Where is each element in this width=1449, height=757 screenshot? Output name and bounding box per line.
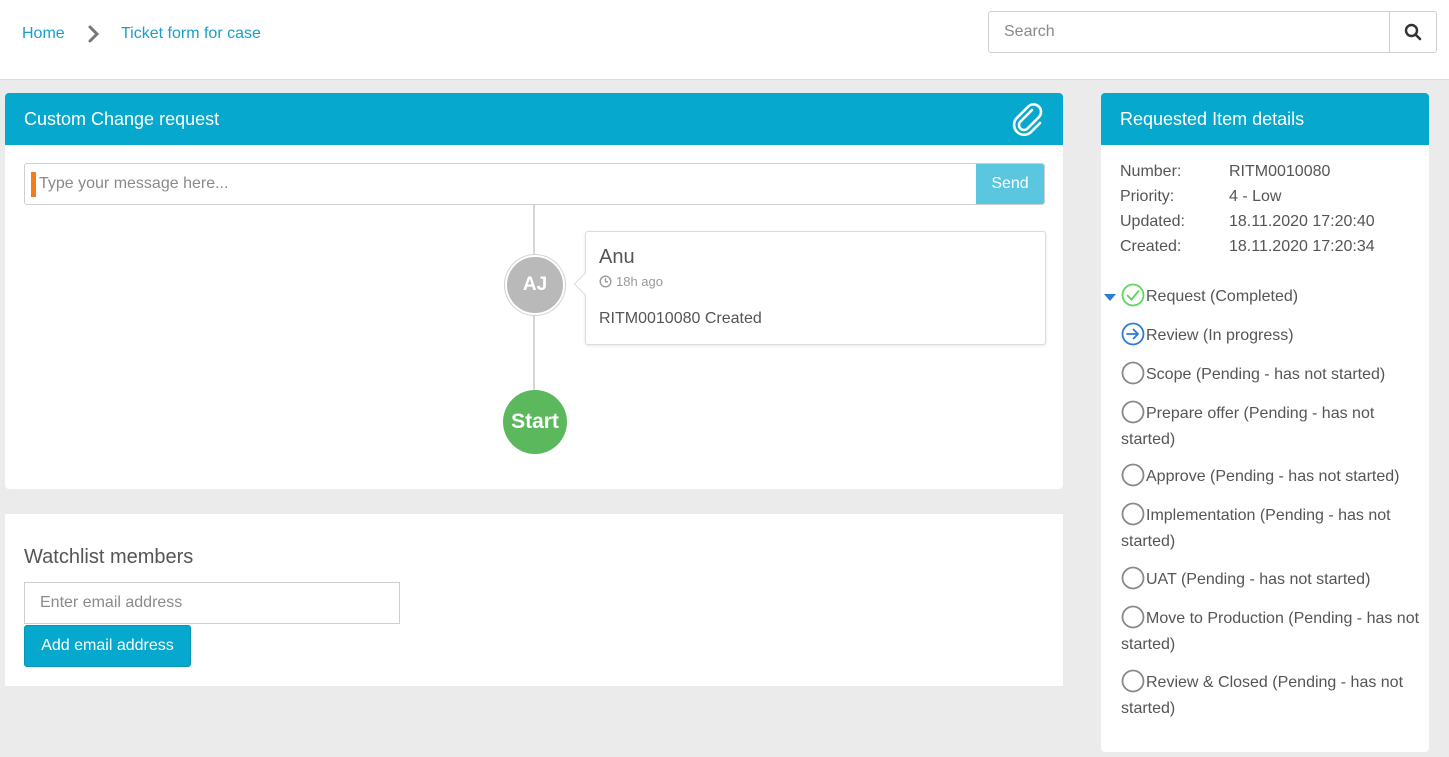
stage-item: Approve (Pending - has not started)	[1121, 463, 1431, 490]
breadcrumb-current-link[interactable]: Ticket form for case	[121, 25, 261, 43]
stage-item: Review (In progress)	[1121, 322, 1431, 349]
empty-circle-icon	[1121, 605, 1145, 629]
stage-item: Prepare offer (Pending - has not started…	[1121, 400, 1431, 453]
stage-item: UAT (Pending - has not started)	[1121, 566, 1431, 593]
detail-label: Number:	[1120, 163, 1182, 180]
top-bar: Home Ticket form for case	[0, 0, 1449, 80]
detail-value: 4 - Low	[1229, 188, 1282, 205]
arrow-circle-icon	[1121, 322, 1145, 346]
stage-label: Request (Completed)	[1146, 288, 1299, 305]
message-box: Send	[24, 163, 1045, 205]
paperclip-icon[interactable]	[1010, 102, 1046, 138]
check-circle-icon	[1121, 283, 1145, 307]
timeline-start-marker: Start	[503, 390, 567, 454]
change-request-panel: Custom Change request Send AJ Anu 18h ag…	[5, 93, 1063, 489]
watchlist-title: Watchlist members	[24, 546, 194, 568]
entry-text: RITM0010080 Created	[599, 310, 762, 327]
breadcrumb-home-link[interactable]: Home	[22, 25, 65, 43]
stage-label: Review & Closed (Pending - has not start…	[1121, 674, 1404, 717]
empty-circle-icon	[1121, 400, 1145, 424]
stage-label: Review (In progress)	[1146, 327, 1294, 344]
stage-label: Approve (Pending - has not started)	[1146, 468, 1400, 485]
detail-label: Updated:	[1120, 213, 1185, 230]
entry-time: 18h ago	[599, 274, 663, 289]
panel-title: Custom Change request	[24, 108, 220, 129]
search-icon	[1404, 23, 1422, 41]
stage-label: Move to Production (Pending - has not st…	[1121, 610, 1420, 653]
stage-item: Review & Closed (Pending - has not start…	[1121, 669, 1431, 722]
detail-label: Priority:	[1120, 188, 1175, 205]
message-marker	[31, 172, 36, 197]
item-details-header: Requested Item details	[1101, 93, 1429, 145]
detail-value: RITM0010080	[1229, 163, 1331, 180]
clock-icon	[599, 275, 612, 288]
details-title: Requested Item details	[1120, 108, 1305, 129]
search-box	[988, 11, 1437, 53]
stage-label: Scope (Pending - has not started)	[1146, 366, 1386, 383]
card-pointer	[573, 272, 597, 296]
email-field[interactable]	[24, 582, 400, 624]
change-request-header: Custom Change request	[5, 93, 1063, 145]
detail-label: Created:	[1120, 238, 1182, 255]
collapse-caret-icon[interactable]	[1104, 294, 1116, 301]
entry-author: Anu	[599, 246, 635, 268]
stage-item: Implementation (Pending - has not starte…	[1121, 502, 1431, 555]
search-button[interactable]	[1389, 12, 1436, 52]
timeline-entry-card: Anu 18h ago RITM0010080 Created	[573, 231, 1046, 345]
empty-circle-icon	[1121, 566, 1145, 590]
detail-value: 18.11.2020 17:20:40	[1229, 213, 1375, 230]
message-input[interactable]	[39, 164, 969, 204]
watchlist-panel: Watchlist members Add email address	[5, 514, 1063, 686]
stage-label: Prepare offer (Pending - has not started…	[1121, 405, 1375, 448]
empty-circle-icon	[1121, 463, 1145, 487]
detail-value: 18.11.2020 17:20:34	[1229, 238, 1375, 255]
stage-item: Scope (Pending - has not started)	[1121, 361, 1431, 388]
empty-circle-icon	[1121, 669, 1145, 693]
entry-time-text: 18h ago	[616, 274, 663, 289]
add-email-button[interactable]: Add email address	[24, 625, 191, 667]
stage-item: Request (Completed)	[1121, 283, 1431, 310]
send-button[interactable]: Send	[976, 164, 1044, 204]
item-details-panel: Requested Item details Number: RITM00100…	[1101, 93, 1429, 752]
avatar: AJ	[505, 255, 565, 315]
stage-label: Implementation (Pending - has not starte…	[1121, 507, 1391, 550]
empty-circle-icon	[1121, 502, 1145, 526]
empty-circle-icon	[1121, 361, 1145, 385]
search-input[interactable]	[989, 12, 1389, 52]
chevron-right-icon	[88, 25, 100, 43]
stage-label: UAT (Pending - has not started)	[1146, 571, 1371, 588]
stage-item: Move to Production (Pending - has not st…	[1121, 605, 1431, 658]
